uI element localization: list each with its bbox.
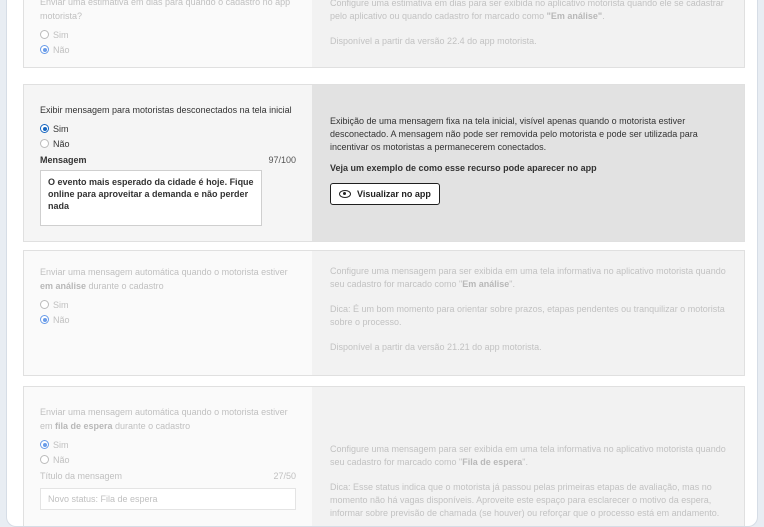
radio-option-nao[interactable]: Não (40, 312, 296, 327)
setting-controls: Exibir mensagem para motoristas desconec… (24, 85, 312, 241)
message-header: Mensagem 97/100 (40, 153, 296, 167)
setting-question: Enviar uma mensagem automática quando o … (40, 407, 288, 431)
description-text: Configure uma mensagem para ser exibida … (330, 444, 726, 467)
tip-text: Dica: Esse status indica que o motorista… (330, 482, 720, 518)
setting-question: Enviar uma mensagem automática quando o … (40, 267, 288, 291)
example-title: Veja um exemplo de como esse recurso pod… (330, 163, 597, 173)
radio-option-sim[interactable]: Sim (40, 437, 296, 452)
setting-question: Exibir mensagem para motoristas desconec… (40, 105, 292, 115)
setting-description: Configure uma mensagem para ser exibida … (312, 251, 744, 375)
setting-row-in-analysis: Enviar uma mensagem automática quando o … (23, 250, 745, 376)
title-label: Título da mensagem (40, 471, 123, 481)
radio-option-sim[interactable]: Sim (40, 121, 296, 136)
radio-option-sim[interactable]: Sim (40, 297, 296, 312)
radio-option-nao[interactable]: Não (40, 42, 296, 57)
radio-icon[interactable] (40, 300, 49, 309)
description-text: Exibição de uma mensagem fixa na tela in… (330, 116, 698, 152)
radio-option-sim[interactable]: Sim (40, 27, 296, 42)
availability-text: Disponível a partir da versão 21.21 do a… (330, 342, 542, 352)
setting-description: Configure uma estimativa em dias para se… (312, 0, 744, 67)
setting-controls: Enviar uma mensagem automática quando o … (24, 251, 312, 375)
radio-selected-icon[interactable] (40, 45, 49, 54)
radio-selected-icon[interactable] (40, 440, 49, 449)
setting-controls: Enviar uma estimativa em dias para quand… (24, 0, 312, 67)
radio-option-nao[interactable]: Não (40, 452, 296, 467)
eye-icon (339, 190, 351, 198)
settings-panel: Enviar uma estimativa em dias para quand… (6, 0, 758, 527)
setting-description: Exibição de uma mensagem fixa na tela in… (312, 85, 744, 241)
setting-question: Enviar uma estimativa em dias para quand… (40, 0, 291, 21)
radio-icon[interactable] (40, 455, 49, 464)
view-in-app-button[interactable]: Visualizar no app (330, 183, 440, 205)
availability-text: Disponível a partir da versão 22.4 do ap… (330, 36, 537, 46)
title-header: Título da mensagem 27/50 (40, 471, 296, 485)
setting-row-estimate: Enviar uma estimativa em dias para quand… (23, 0, 745, 68)
message-label: Mensagem (40, 155, 87, 165)
radio-selected-icon[interactable] (40, 124, 49, 133)
character-counter: 97/100 (268, 155, 296, 165)
radio-option-nao[interactable]: Não (40, 136, 296, 151)
description-text: Configure uma mensagem para ser exibida … (330, 266, 726, 289)
setting-row-disconnected-message: Exibir mensagem para motoristas desconec… (23, 84, 745, 242)
description-text: Configure uma estimativa em dias para se… (330, 0, 724, 21)
radio-icon[interactable] (40, 139, 49, 148)
tip-text: Dica: É um bom momento para orientar sob… (330, 304, 725, 327)
title-input[interactable]: Novo status: Fila de espera (40, 488, 296, 510)
radio-icon[interactable] (40, 30, 49, 39)
setting-row-waiting-list: Enviar uma mensagem automática quando o … (23, 386, 745, 526)
character-counter: 27/50 (273, 471, 296, 481)
setting-controls: Enviar uma mensagem automática quando o … (24, 387, 312, 526)
setting-description: Configure uma mensagem para ser exibida … (312, 387, 744, 526)
message-textarea[interactable]: O evento mais esperado da cidade é hoje.… (40, 170, 262, 226)
radio-selected-icon[interactable] (40, 315, 49, 324)
